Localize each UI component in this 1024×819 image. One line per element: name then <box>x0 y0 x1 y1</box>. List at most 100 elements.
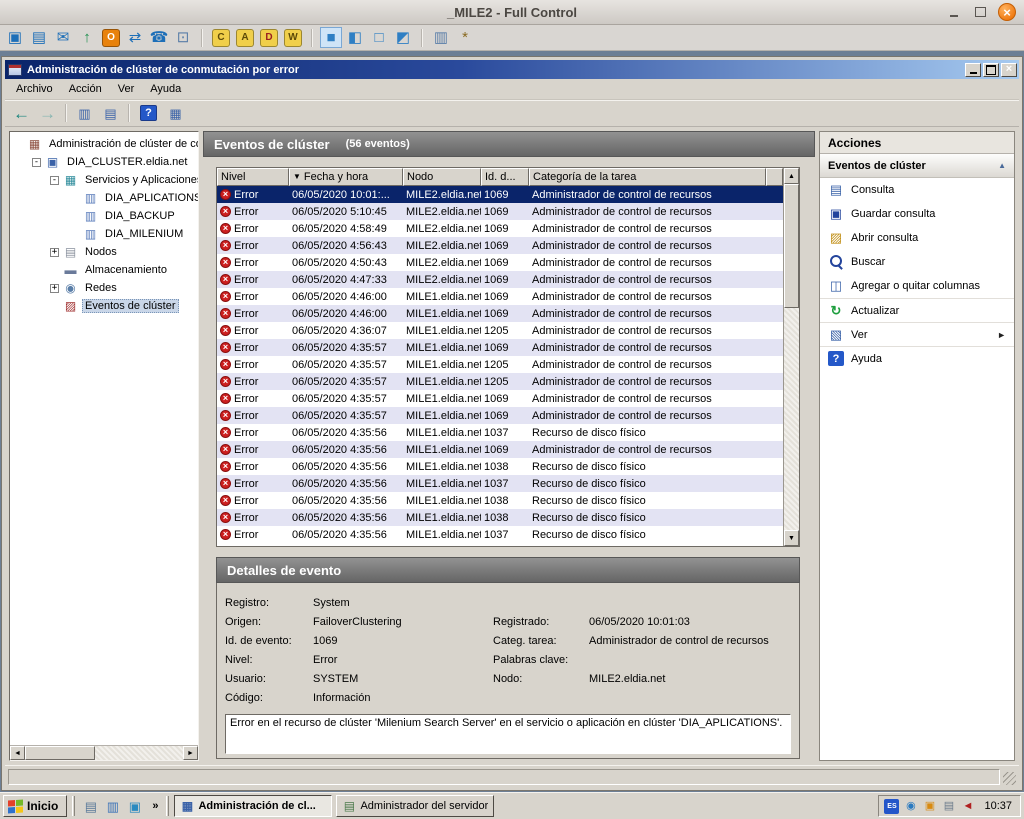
scroll-thumb[interactable] <box>784 184 799 308</box>
action-item[interactable]: Ayuda <box>820 346 1014 370</box>
scroll-track[interactable] <box>784 184 799 530</box>
actions-group-header[interactable]: Eventos de clúster <box>820 154 1014 178</box>
key-ctrl-icon[interactable] <box>212 29 230 47</box>
event-row[interactable]: Error 06/05/2020 4:58:49 MILE2.eldia.net… <box>217 220 783 237</box>
tree-expander[interactable]: - <box>50 176 59 185</box>
scroll-down-icon[interactable] <box>784 530 799 546</box>
column-header[interactable] <box>766 168 783 186</box>
event-row[interactable]: Error 06/05/2020 4:35:56 MILE1.eldia.net… <box>217 458 783 475</box>
tree-item[interactable]: DIA_MILENIUM <box>12 225 198 243</box>
resize-grip-icon[interactable] <box>1003 772 1016 785</box>
action-item[interactable]: Agregar o quitar columnas <box>820 274 1014 298</box>
action-item[interactable]: Consulta <box>820 178 1014 202</box>
scroll-track[interactable] <box>25 746 183 760</box>
column-header[interactable]: Id. d... <box>481 168 529 186</box>
maximize-icon[interactable] <box>983 63 999 77</box>
event-row[interactable]: Error 06/05/2020 4:36:07 MILE1.eldia.net… <box>217 322 783 339</box>
menu-item[interactable]: Archivo <box>8 81 61 97</box>
refresh-screen-icon[interactable] <box>76 27 98 48</box>
tools-icon[interactable] <box>454 27 476 48</box>
close-icon[interactable] <box>998 3 1016 21</box>
keyboard-layout-icon[interactable] <box>884 799 899 814</box>
event-row[interactable]: Error 06/05/2020 4:46:00 MILE1.eldia.net… <box>217 305 783 322</box>
events-scrollbar[interactable] <box>783 168 799 546</box>
screen-blank-icon[interactable] <box>368 27 390 48</box>
tree-item[interactable]: Almacenamiento <box>12 261 198 279</box>
event-row[interactable]: Error 06/05/2020 4:35:57 MILE1.eldia.net… <box>217 373 783 390</box>
event-row[interactable]: Error 06/05/2020 4:35:57 MILE1.eldia.net… <box>217 390 783 407</box>
scroll-up-icon[interactable] <box>784 168 799 184</box>
event-row[interactable]: Error 06/05/2020 10:01:... MILE2.eldia.n… <box>217 186 783 203</box>
back-icon[interactable] <box>9 102 34 124</box>
connection-options-icon[interactable] <box>52 27 74 48</box>
network-globe-icon[interactable] <box>903 799 918 814</box>
event-row[interactable]: Error 06/05/2020 4:35:56 MILE1.eldia.net… <box>217 441 783 458</box>
quick-launch-overflow-chevron[interactable]: » <box>149 800 161 812</box>
event-row[interactable]: Error 06/05/2020 4:35:57 MILE1.eldia.net… <box>217 407 783 424</box>
tree-item[interactable]: + Redes <box>12 279 198 297</box>
tree-expander[interactable]: - <box>32 158 41 167</box>
view-region-icon[interactable] <box>392 27 414 48</box>
menu-item[interactable]: Ayuda <box>142 81 189 97</box>
tree-item[interactable]: - DIA_CLUSTER.eldia.net <box>12 153 198 171</box>
media-player-icon[interactable] <box>124 796 145 816</box>
tree-horizontal-scrollbar[interactable] <box>10 745 198 760</box>
close-icon[interactable] <box>1001 63 1017 77</box>
key-alt-icon[interactable] <box>236 29 254 47</box>
column-header[interactable]: Nivel <box>217 168 289 186</box>
scroll-right-icon[interactable] <box>183 746 198 760</box>
action-item[interactable]: Buscar <box>820 250 1014 274</box>
help-icon[interactable] <box>140 105 157 121</box>
event-row[interactable]: Error 06/05/2020 4:46:00 MILE1.eldia.net… <box>217 288 783 305</box>
window-list-icon[interactable] <box>430 27 452 48</box>
forward-icon[interactable] <box>35 102 60 124</box>
start-button[interactable]: Inicio <box>3 795 67 817</box>
action-item[interactable]: Guardar consulta <box>820 202 1014 226</box>
new-connection-icon[interactable] <box>4 27 26 48</box>
tree-item[interactable]: + Nodos <box>12 243 198 261</box>
action-item[interactable]: Actualizar <box>820 298 1014 322</box>
event-row[interactable]: Error 06/05/2020 4:50:43 MILE2.eldia.net… <box>217 254 783 271</box>
action-item[interactable]: Abrir consulta <box>820 226 1014 250</box>
show-console-tree-icon[interactable] <box>72 102 97 124</box>
window-titlebar[interactable]: Administración de clúster de conmutación… <box>5 60 1019 79</box>
column-header[interactable]: ▼ Fecha y hora <box>289 168 403 186</box>
event-row[interactable]: Error 06/05/2020 4:35:56 MILE1.eldia.net… <box>217 424 783 441</box>
menu-item[interactable]: Ver <box>110 81 143 97</box>
file-transfer-icon[interactable] <box>124 27 146 48</box>
taskbar-task[interactable]: Administración de cl... <box>174 795 332 817</box>
brand-icon[interactable] <box>102 29 120 47</box>
scroll-left-icon[interactable] <box>10 746 25 760</box>
event-row[interactable]: Error 06/05/2020 4:47:33 MILE2.eldia.net… <box>217 271 783 288</box>
action-item[interactable]: Ver ► <box>820 322 1014 346</box>
event-row[interactable]: Error 06/05/2020 5:10:45 MILE2.eldia.net… <box>217 203 783 220</box>
chat-icon[interactable] <box>172 27 194 48</box>
event-row[interactable]: Error 06/05/2020 4:56:43 MILE2.eldia.net… <box>217 237 783 254</box>
tree-item[interactable]: Administración de clúster de conmu <box>12 135 198 153</box>
tree-expander[interactable]: + <box>50 284 59 293</box>
column-header[interactable]: Categoría de la tarea <box>529 168 766 186</box>
tree-item[interactable]: DIA_BACKUP <box>12 207 198 225</box>
minimize-icon[interactable] <box>946 4 962 20</box>
export-list-icon[interactable] <box>98 102 123 124</box>
display-icon[interactable] <box>941 799 956 814</box>
tree-item[interactable]: - Servicios y Aplicaciones <box>12 171 198 189</box>
event-row[interactable]: Error 06/05/2020 4:35:56 MILE1.eldia.net… <box>217 475 783 492</box>
dial-icon[interactable] <box>148 27 170 48</box>
column-header[interactable]: Nodo <box>403 168 481 186</box>
menu-item[interactable]: Acción <box>61 81 110 97</box>
tree-item[interactable]: DIA_APLICATIONS <box>12 189 198 207</box>
taskbar-task[interactable]: Administrador del servidor <box>336 795 494 817</box>
key-win-icon[interactable] <box>284 29 302 47</box>
key-del-icon[interactable] <box>260 29 278 47</box>
tree-item[interactable]: Eventos de clúster <box>12 297 198 315</box>
event-row[interactable]: Error 06/05/2020 4:35:56 MILE1.eldia.net… <box>217 492 783 509</box>
explorer-icon[interactable] <box>102 796 123 816</box>
properties-icon[interactable] <box>163 102 188 124</box>
volume-muted-icon[interactable] <box>960 799 975 814</box>
event-row[interactable]: Error 06/05/2020 4:35:56 MILE1.eldia.net… <box>217 526 783 543</box>
event-row[interactable]: Error 06/05/2020 4:35:56 MILE1.eldia.net… <box>217 509 783 526</box>
scale-view-icon[interactable] <box>344 27 366 48</box>
event-row[interactable]: Error 06/05/2020 4:35:57 MILE1.eldia.net… <box>217 339 783 356</box>
show-desktop-icon[interactable] <box>80 796 101 816</box>
